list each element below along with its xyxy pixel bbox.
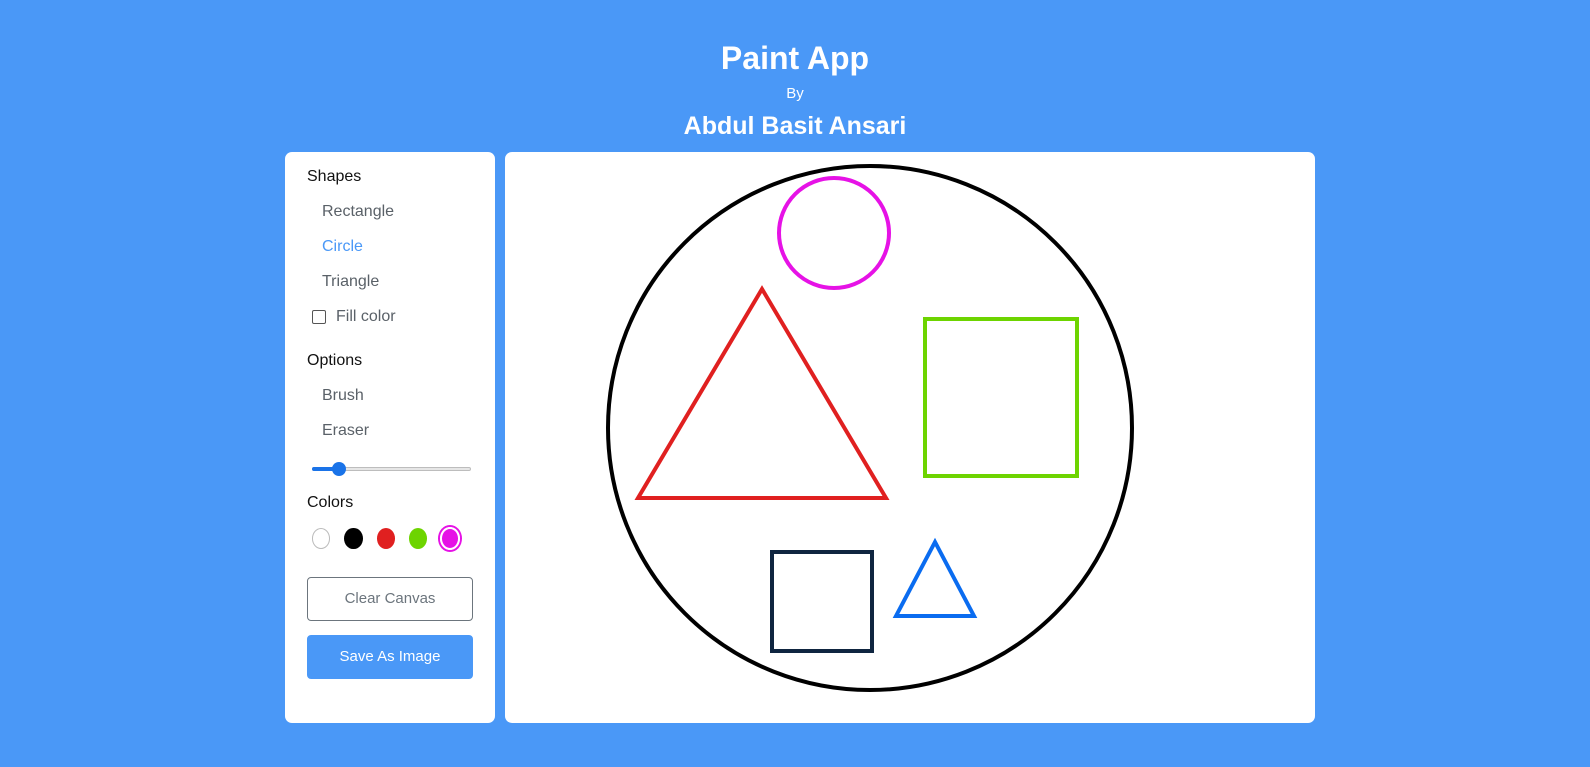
drawn-circle-small	[777, 176, 891, 290]
save-image-button[interactable]: Save As Image	[307, 635, 473, 679]
color-swatch-white[interactable]	[312, 528, 331, 549]
brush-size-slider[interactable]	[312, 462, 471, 476]
drawn-rectangle-navy	[770, 550, 874, 653]
drawn-triangle-small	[892, 537, 978, 618]
toolbox-panel: Shapes Rectangle Circle Triangle Fill co…	[285, 152, 495, 723]
shapes-title: Shapes	[307, 168, 362, 185]
tool-rectangle[interactable]: Rectangle	[307, 201, 473, 223]
color-swatch-green[interactable]	[408, 528, 427, 549]
drawn-triangle-large	[634, 285, 890, 500]
tool-circle[interactable]: Circle	[307, 236, 473, 258]
fill-color-checkbox[interactable]	[312, 310, 326, 324]
slider-thumb[interactable]	[332, 462, 347, 476]
color-swatch-magenta[interactable]	[439, 527, 461, 550]
color-swatch-black[interactable]	[344, 528, 363, 549]
page-header: Paint App By Abdul Basit Ansari	[0, 38, 1590, 142]
tool-eraser[interactable]: Eraser	[307, 420, 473, 442]
by-label: By	[786, 85, 804, 102]
drawn-rectangle-green	[923, 317, 1079, 478]
tool-brush[interactable]: Brush	[307, 385, 473, 407]
app-title: Paint App	[720, 40, 870, 76]
canvas-drawing	[606, 164, 1134, 692]
fill-color-option[interactable]: Fill color	[307, 306, 473, 328]
tool-triangle[interactable]: Triangle	[307, 271, 473, 293]
color-swatch-red[interactable]	[376, 528, 395, 549]
author-name: Abdul Basit Ansari	[683, 112, 907, 140]
colors-title: Colors	[307, 494, 354, 511]
fill-color-label: Fill color	[336, 308, 396, 325]
color-swatches	[307, 527, 473, 550]
options-title: Options	[307, 352, 363, 369]
clear-canvas-button[interactable]: Clear Canvas	[307, 577, 473, 621]
drawing-canvas[interactable]	[505, 152, 1315, 723]
